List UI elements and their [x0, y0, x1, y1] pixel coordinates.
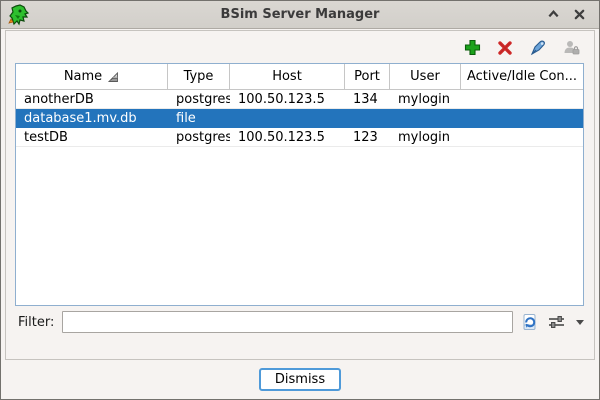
- server-table: Name Type Host Port User Active/Idle Con…: [15, 63, 584, 306]
- ghidra-dragon-icon: [7, 3, 31, 27]
- filter-bar: Filter:: [6, 306, 594, 336]
- cell-port: 123: [345, 130, 390, 145]
- cell-type: postgres: [168, 130, 230, 145]
- cell-host: 100.50.123.5: [230, 130, 345, 145]
- filter-input[interactable]: [62, 311, 513, 333]
- sort-indicator-icon: [107, 71, 119, 83]
- table-empty-area[interactable]: [16, 147, 583, 305]
- cell-type: file: [168, 111, 230, 126]
- cell-name: anotherDB: [16, 92, 168, 107]
- dismiss-button[interactable]: Dismiss: [259, 368, 341, 391]
- filter-options-dropdown-caret[interactable]: [576, 320, 584, 325]
- table-row-testdb[interactable]: testDB postgres 100.50.123.5 123 mylogin: [16, 128, 583, 147]
- pen-connect-icon: [530, 39, 547, 56]
- content-panel: Name Type Host Port User Active/Idle Con…: [5, 30, 595, 360]
- column-header-port[interactable]: Port: [345, 64, 390, 89]
- button-bar: Dismiss: [1, 360, 599, 399]
- table-row-database1-selected[interactable]: database1.mv.db file: [16, 109, 583, 128]
- filter-label: Filter:: [18, 315, 54, 330]
- manage-password-button[interactable]: [562, 39, 580, 57]
- add-plus-icon: [464, 39, 481, 56]
- cell-name: database1.mv.db: [16, 111, 168, 126]
- close-window-button[interactable]: [571, 7, 587, 23]
- column-header-host[interactable]: Host: [230, 64, 345, 89]
- cell-user: mylogin: [390, 130, 461, 145]
- titlebar[interactable]: BSim Server Manager: [1, 1, 599, 29]
- column-header-type[interactable]: Type: [168, 64, 230, 89]
- column-header-name[interactable]: Name: [16, 64, 168, 89]
- delete-server-button[interactable]: [496, 39, 514, 57]
- connect-server-button[interactable]: [529, 39, 547, 57]
- window-title: BSim Server Manager: [1, 7, 599, 22]
- clear-filter-icon[interactable]: [521, 313, 539, 331]
- table-header-row: Name Type Host Port User Active/Idle Con…: [16, 64, 583, 90]
- toolbar: [6, 31, 594, 62]
- column-header-user[interactable]: User: [390, 64, 461, 89]
- cell-type: postgres: [168, 92, 230, 107]
- filter-options-icon[interactable]: [548, 314, 565, 330]
- column-header-active-idle[interactable]: Active/Idle Con...: [461, 64, 583, 89]
- table-row-anotherdb[interactable]: anotherDB postgres 100.50.123.5 134 mylo…: [16, 90, 583, 109]
- shade-window-button[interactable]: [545, 7, 561, 23]
- cell-name: testDB: [16, 130, 168, 145]
- cell-host: 100.50.123.5: [230, 92, 345, 107]
- add-server-button[interactable]: [463, 39, 481, 57]
- delete-x-icon: [497, 40, 513, 56]
- user-lock-icon: [563, 39, 580, 56]
- chevron-up-icon: [547, 8, 560, 21]
- close-icon: [573, 8, 586, 21]
- bsim-server-manager-window: BSim Server Manager: [0, 0, 600, 400]
- cell-user: mylogin: [390, 92, 461, 107]
- cell-port: 134: [345, 92, 390, 107]
